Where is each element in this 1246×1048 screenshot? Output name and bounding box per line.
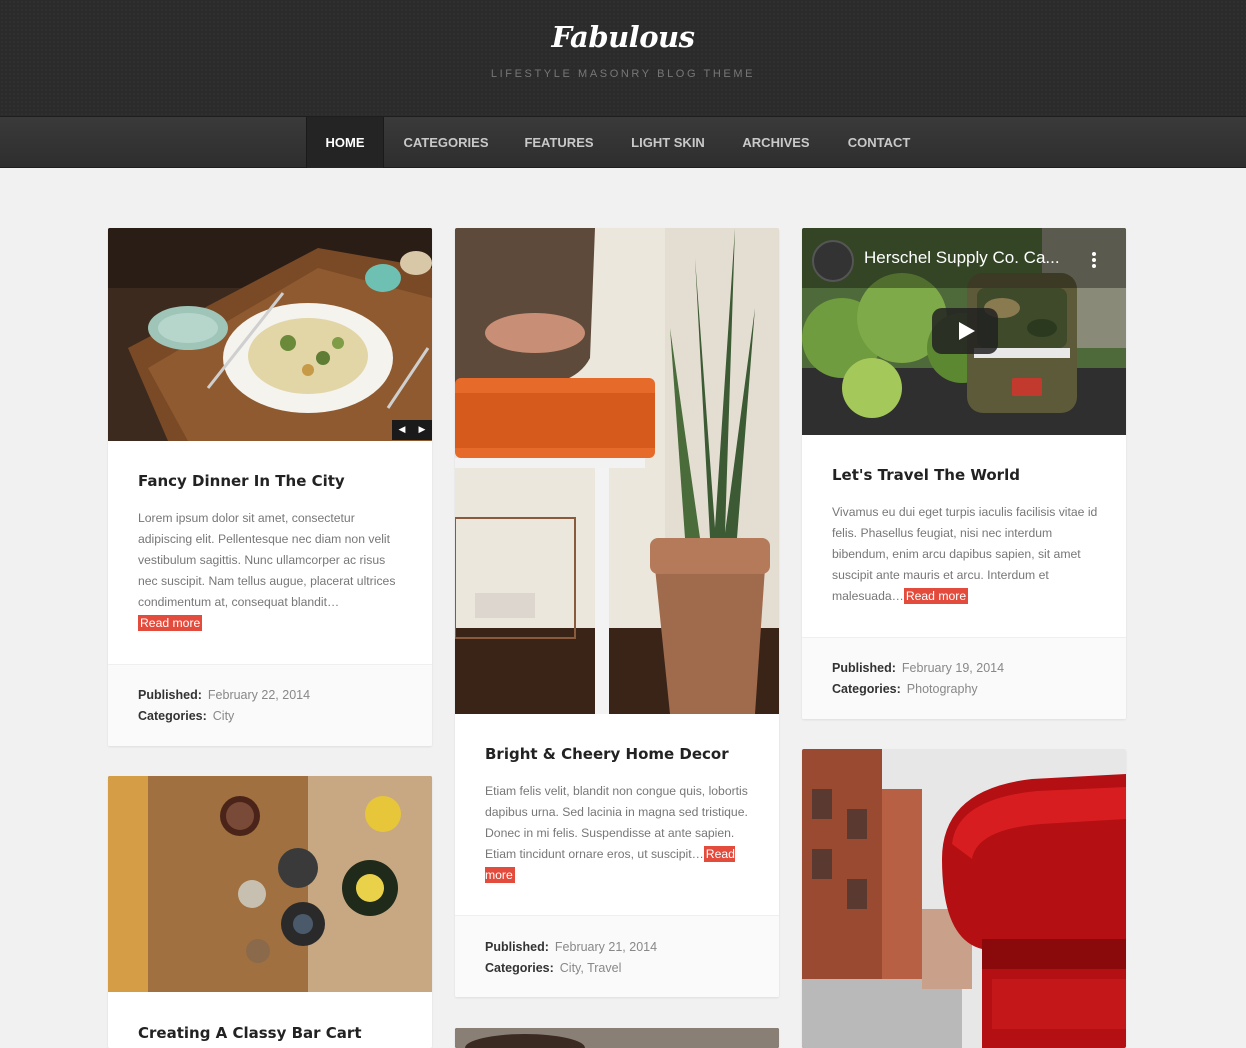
nav-item-home[interactable]: HOME	[306, 117, 384, 168]
nav-item-features[interactable]: FEATURES	[516, 117, 602, 168]
partial-photo	[455, 1028, 779, 1048]
channel-avatar[interactable]	[812, 240, 854, 282]
post-card: Creating A Classy Bar Cart	[108, 776, 432, 1048]
video-title[interactable]: Herschel Supply Co. Ca...	[864, 248, 1089, 268]
bar-cart-photo	[108, 776, 432, 992]
main-nav: HOME CATEGORIES FEATURES LIGHT SKIN ARCH…	[0, 116, 1246, 168]
post-card: Herschel Supply Co. Ca... Let's Travel T…	[802, 228, 1126, 719]
post-meta: Published: February 22, 2014 Categories: C…	[108, 664, 432, 746]
post-meta: Published: February 21, 2014 Categories: C…	[455, 915, 779, 997]
read-more-link[interactable]: Read more	[903, 588, 969, 604]
post-excerpt: Lorem ipsum dolor sit amet, consectetur …	[138, 508, 406, 634]
slider-next-icon[interactable]: ▶	[412, 420, 432, 440]
categories-label: Categories:	[832, 682, 901, 696]
post-image-home-decor[interactable]	[455, 228, 779, 714]
post-title[interactable]: Fancy Dinner In The City	[138, 472, 345, 490]
category-link[interactable]: Photography	[907, 682, 978, 696]
read-more-link[interactable]: Read more	[138, 615, 203, 631]
nav-item-light-skin[interactable]: LIGHT SKIN	[622, 117, 714, 168]
nav-item-categories[interactable]: CATEGORIES	[396, 117, 496, 168]
site-logo[interactable]: Fabulous	[0, 20, 1246, 54]
category-link[interactable]: City, Travel	[560, 961, 622, 975]
post-image-partial[interactable]	[455, 1028, 779, 1048]
published-label: Published:	[485, 940, 549, 954]
slider-controls: ◀ ▶	[392, 420, 432, 440]
site-tagline: LIFESTYLE MASONRY BLOG THEME	[490, 68, 756, 80]
excerpt-text: Lorem ipsum dolor sit amet, consectetur …	[138, 511, 396, 609]
post-card	[455, 1028, 779, 1048]
nav-item-contact[interactable]: CONTACT	[838, 117, 920, 168]
nav-item-archives[interactable]: ARCHIVES	[734, 117, 818, 168]
category-link[interactable]: City	[213, 709, 235, 723]
post-image-post-box[interactable]	[802, 749, 1126, 1048]
slider-prev-icon[interactable]: ◀	[392, 420, 412, 440]
published-label: Published:	[832, 661, 896, 675]
categories-label: Categories:	[138, 709, 207, 723]
post-meta: Published: February 19, 2014 Categories: P…	[802, 637, 1126, 719]
post-excerpt: Vivamus eu dui eget turpis iaculis facil…	[832, 502, 1100, 607]
post-card: Bright & Cheery Home Decor Etiam felis v…	[455, 228, 779, 997]
post-title[interactable]: Let's Travel The World	[832, 466, 1020, 484]
published-date: February 22, 2014	[207, 688, 311, 702]
post-image-dinner[interactable]: ◀ ▶	[108, 228, 432, 441]
play-icon[interactable]	[932, 308, 998, 354]
published-date: February 19, 2014	[901, 661, 1005, 675]
home-decor-photo	[455, 228, 779, 714]
more-vert-icon[interactable]	[1092, 252, 1096, 268]
post-card	[802, 749, 1126, 1048]
categories-label: Categories:	[485, 961, 554, 975]
post-video-travel[interactable]: Herschel Supply Co. Ca...	[802, 228, 1126, 435]
published-label: Published:	[138, 688, 202, 702]
post-box-photo	[802, 749, 1126, 1048]
post-image-bar-cart[interactable]	[108, 776, 432, 992]
dinner-photo	[108, 228, 432, 441]
site-header: Fabulous LIFESTYLE MASONRY BLOG THEME	[0, 0, 1246, 116]
published-date: February 21, 2014	[554, 940, 658, 954]
post-card: ◀ ▶ Fancy Dinner In The City Lorem ipsum…	[108, 228, 432, 746]
post-excerpt: Etiam felis velit, blandit non congue qu…	[485, 781, 753, 886]
post-title[interactable]: Bright & Cheery Home Decor	[485, 745, 729, 763]
post-title[interactable]: Creating A Classy Bar Cart	[138, 1024, 361, 1042]
